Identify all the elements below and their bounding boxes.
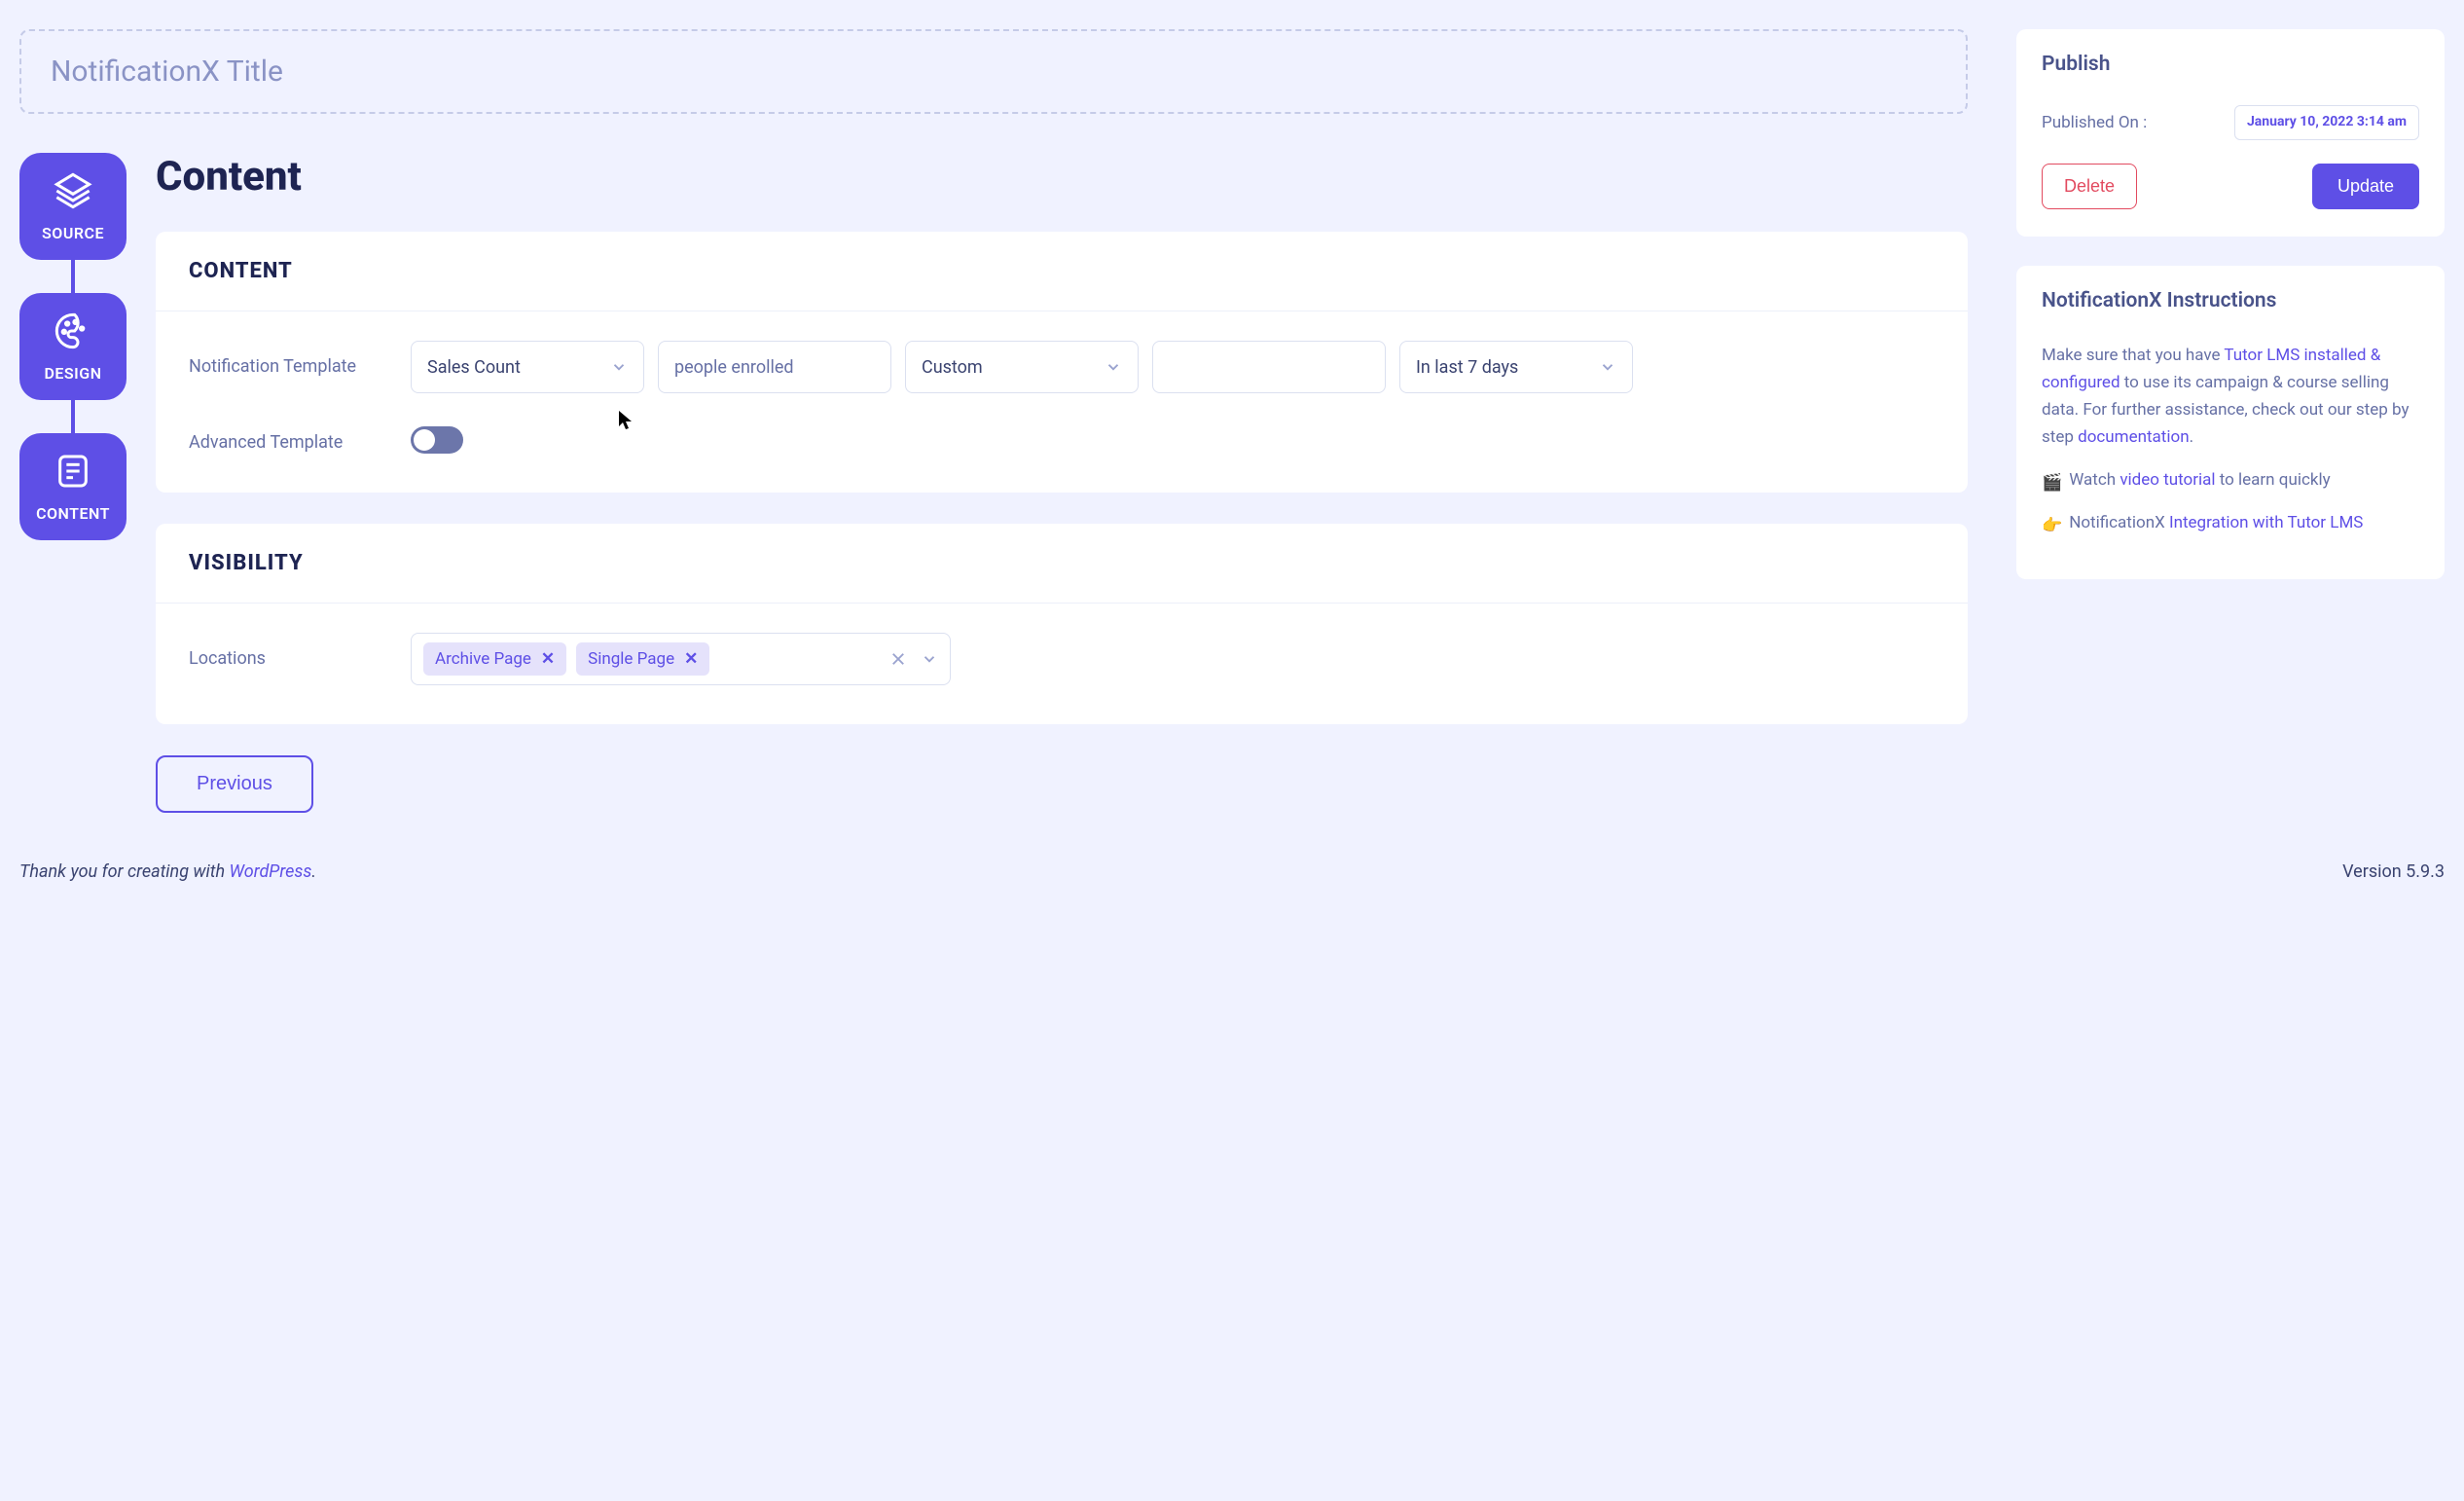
instructions-card: NotificationX Instructions Make sure tha… (2016, 266, 2445, 579)
step-content[interactable]: CONTENT (19, 433, 127, 540)
instructions-p2: 🎬 Watch video tutorial to learn quickly (2042, 466, 2419, 494)
chevron-down-icon (1105, 358, 1122, 376)
chevron-down-icon[interactable] (921, 650, 938, 668)
visibility-card: VISIBILITY Locations Archive Page ✕ (156, 524, 1968, 724)
step-label: CONTENT (36, 504, 110, 523)
location-tag: Archive Page ✕ (423, 642, 566, 676)
template-input-2[interactable] (1152, 341, 1386, 393)
select-value: Sales Count (427, 357, 521, 378)
video-icon: 🎬 (2042, 469, 2061, 489)
update-button[interactable]: Update (2312, 164, 2419, 209)
advanced-toggle[interactable] (411, 426, 463, 454)
delete-button[interactable]: Delete (2042, 164, 2137, 209)
instructions-p1: Make sure that you have Tutor LMS instal… (2042, 342, 2419, 451)
footer-version: Version 5.9.3 (2342, 861, 2445, 882)
tag-text: Archive Page (435, 649, 531, 669)
toggle-knob (414, 429, 435, 451)
integration-link[interactable]: Integration with Tutor LMS (2169, 513, 2363, 532)
palette-icon (54, 311, 92, 354)
step-label: DESIGN (44, 364, 101, 383)
chevron-down-icon (1599, 358, 1616, 376)
stepper: SOURCE DESIGN CONTENT (19, 153, 127, 813)
published-on-label: Published On : (2042, 113, 2147, 132)
template-label: Notification Template (189, 341, 393, 377)
video-tutorial-link[interactable]: video tutorial (2120, 470, 2215, 490)
locations-label: Locations (189, 633, 393, 669)
instructions-p3: 👉 NotificationX Integration with Tutor L… (2042, 509, 2419, 536)
template-select-2[interactable]: Custom (905, 341, 1139, 393)
location-tag: Single Page ✕ (576, 642, 709, 676)
template-select-1[interactable]: Sales Count (411, 341, 644, 393)
select-value: Custom (922, 357, 983, 378)
tag-remove-icon[interactable]: ✕ (541, 649, 555, 669)
card-header: VISIBILITY (156, 524, 1968, 604)
previous-button[interactable]: Previous (156, 755, 313, 813)
layers-icon (54, 171, 92, 214)
instructions-title: NotificationX Instructions (2042, 289, 2419, 312)
step-label: SOURCE (42, 224, 104, 242)
clear-all-icon[interactable] (889, 650, 907, 668)
publish-card: Publish Published On : January 10, 2022 … (2016, 29, 2445, 237)
footer-thanks: Thank you for creating with WordPress. (19, 861, 316, 882)
template-input-1[interactable] (658, 341, 891, 393)
chevron-down-icon (610, 358, 628, 376)
publish-title: Publish (2042, 53, 2419, 76)
wordpress-link[interactable]: WordPress (230, 861, 312, 882)
card-header: CONTENT (156, 232, 1968, 311)
step-source[interactable]: SOURCE (19, 153, 127, 260)
step-design[interactable]: DESIGN (19, 293, 127, 400)
step-connector (71, 400, 75, 433)
documentation-link[interactable]: documentation (2078, 427, 2189, 447)
tag-text: Single Page (588, 649, 674, 669)
step-connector (71, 260, 75, 293)
footer: Thank you for creating with WordPress. V… (19, 832, 2445, 882)
title-input[interactable] (19, 29, 1968, 114)
pointing-icon: 👉 (2042, 512, 2061, 531)
page-title: Content (156, 153, 1968, 201)
published-date[interactable]: January 10, 2022 3:14 am (2234, 105, 2419, 140)
locations-multiselect[interactable]: Archive Page ✕ Single Page ✕ (411, 633, 951, 685)
select-value: In last 7 days (1416, 357, 1518, 378)
document-icon (54, 452, 92, 494)
tag-remove-icon[interactable]: ✕ (684, 649, 698, 669)
advanced-label: Advanced Template (189, 417, 393, 453)
content-card: CONTENT Notification Template Sales Coun… (156, 232, 1968, 493)
template-select-3[interactable]: In last 7 days (1399, 341, 1633, 393)
